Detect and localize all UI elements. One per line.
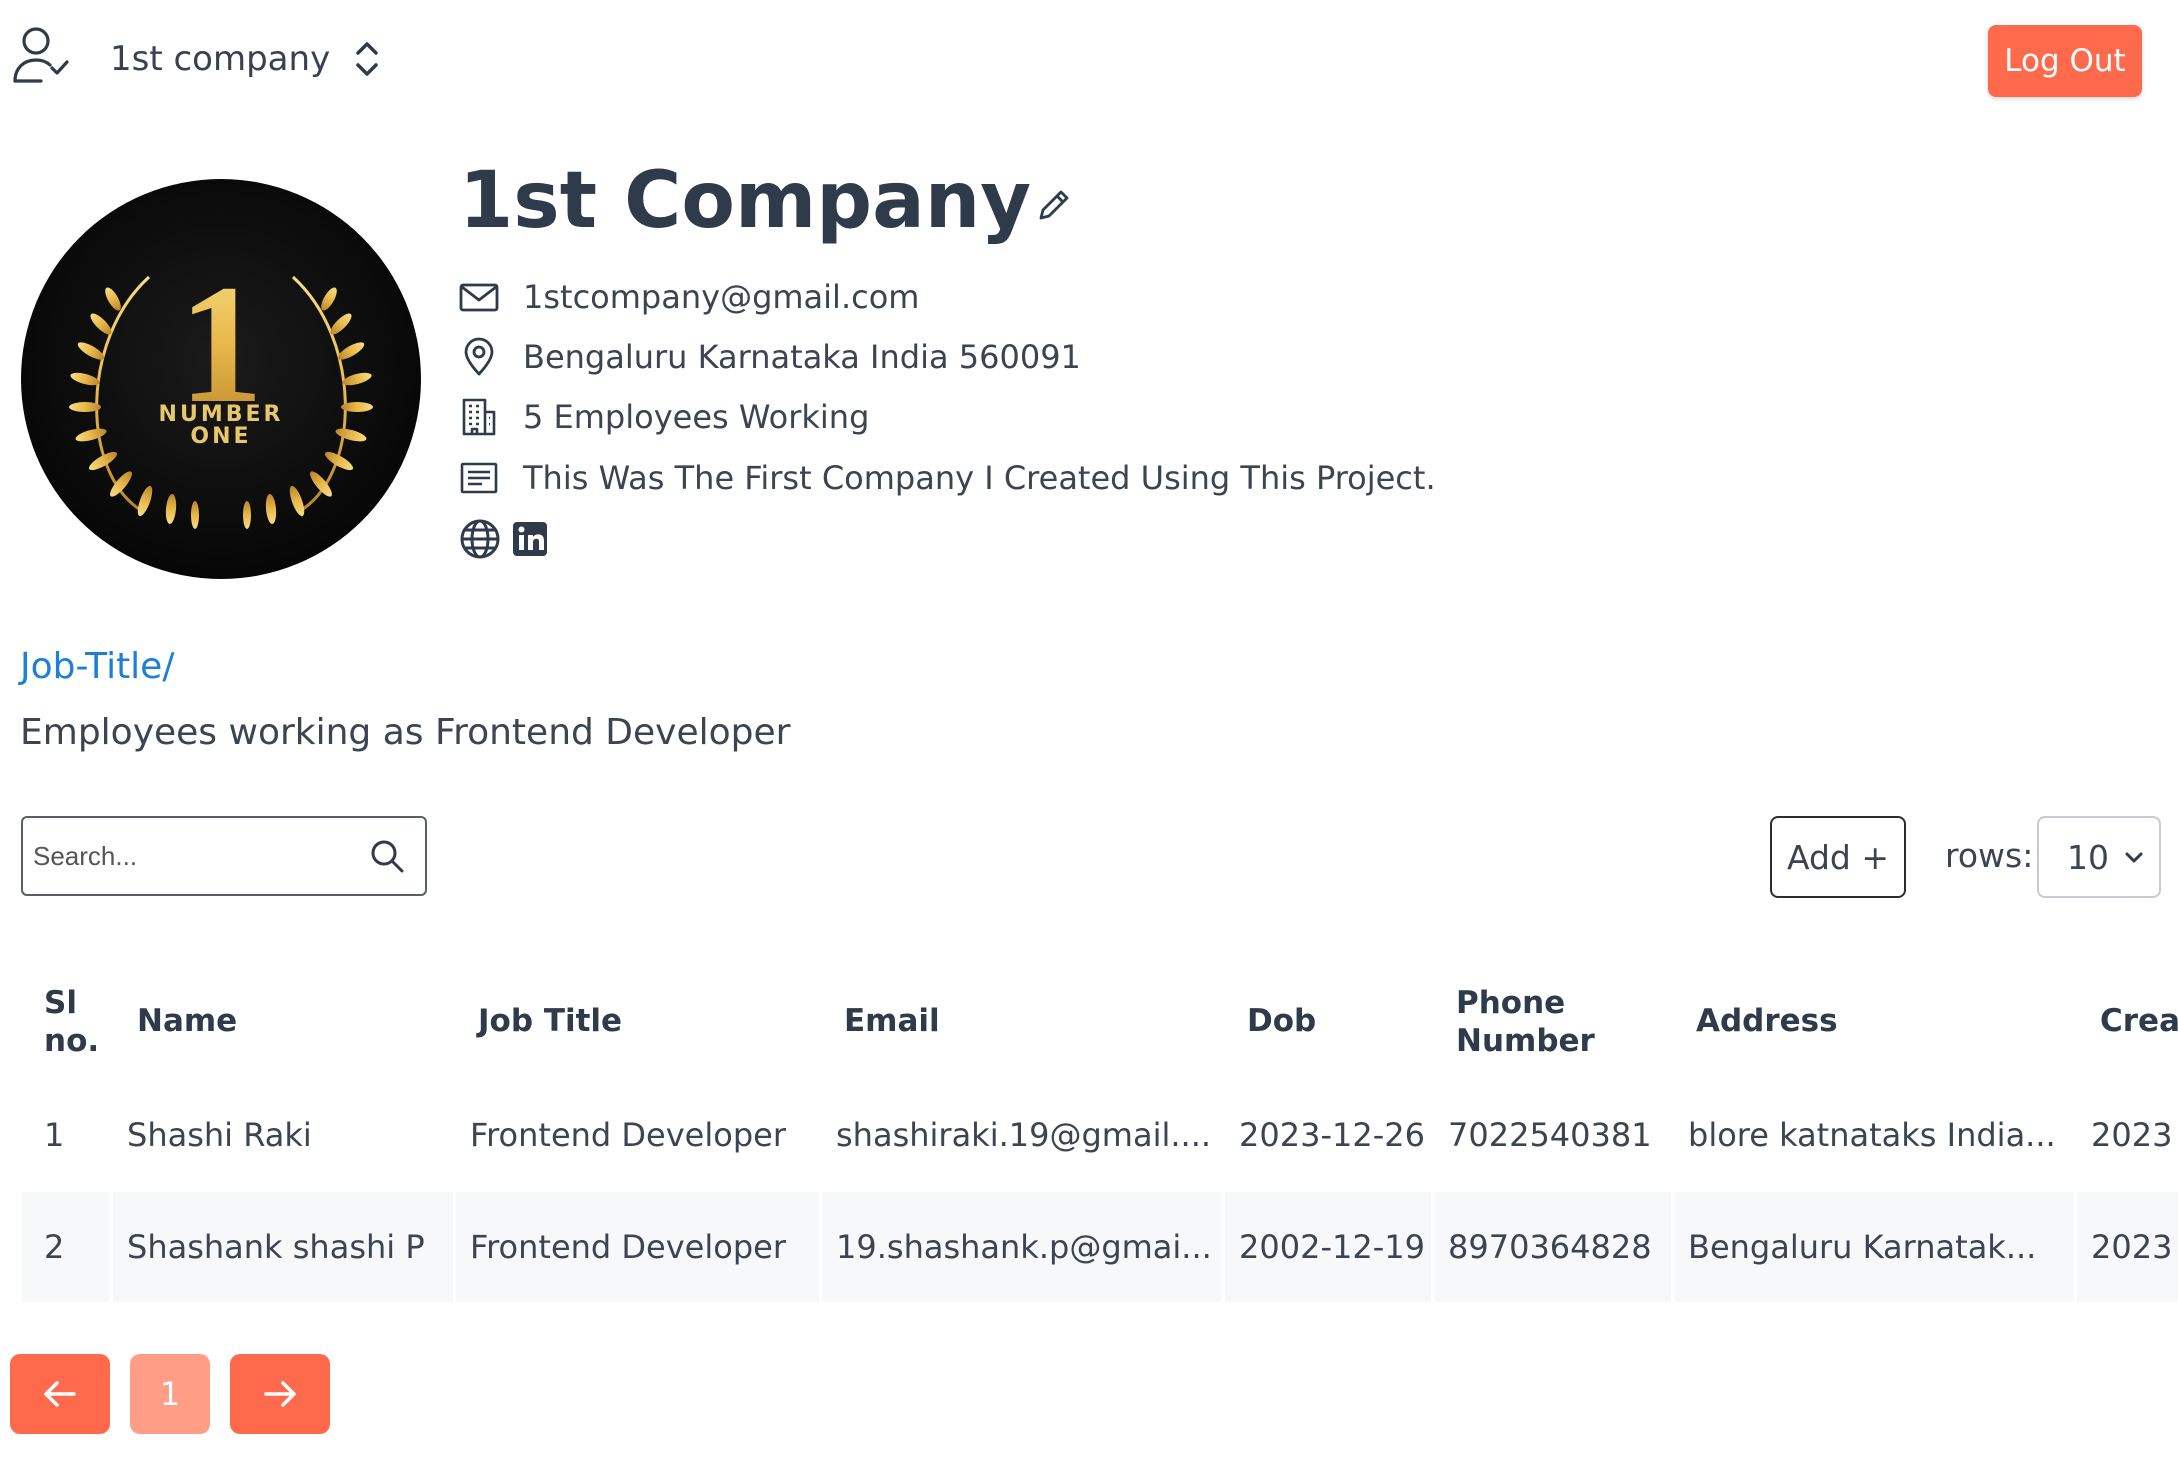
company-selector-label: 1st company: [110, 39, 331, 79]
logo-text-bottom: ONE: [190, 424, 251, 449]
cell-email: shashiraki.19@gmail....: [836, 1116, 1212, 1154]
header-phone-number[interactable]: Phone Number: [1456, 984, 1595, 1060]
company-address-row: Bengaluru Karnataka India 560091: [459, 337, 1081, 377]
table-header: Sl no. Name Job Title Email Dob Phone Nu…: [22, 960, 2178, 1080]
next-page-button[interactable]: [230, 1354, 330, 1434]
header-created[interactable]: Creat: [2100, 1002, 2178, 1040]
header-sl-line2: no.: [44, 1023, 100, 1059]
header-sl-line1: Sl: [44, 985, 77, 1021]
arrow-left-icon: [44, 1381, 76, 1407]
linkedin-icon[interactable]: [509, 518, 551, 560]
pencil-icon[interactable]: [1037, 188, 1071, 222]
header-sl-no[interactable]: Sl no.: [44, 984, 99, 1060]
cell-address: Bengaluru Karnatak...: [1674, 1192, 2074, 1302]
rows-per-page-select[interactable]: 10: [2037, 816, 2161, 898]
cell-phone: 7022540381: [1448, 1116, 1652, 1154]
company-name: 1st Company: [459, 156, 1032, 246]
cell-created: 2023: [2091, 1116, 2173, 1154]
breadcrumb-job-title[interactable]: Job-Title/: [20, 646, 174, 687]
header-name[interactable]: Name: [137, 1002, 237, 1040]
location-pin-icon: [464, 337, 494, 376]
search-box: [21, 816, 427, 896]
globe-icon[interactable]: [459, 518, 501, 560]
rows-per-page-value: 10: [2067, 837, 2109, 877]
chevron-up-down-icon: [356, 42, 378, 76]
company-description-row: This Was The First Company I Created Usi…: [459, 458, 1436, 498]
company-email-row: 1stcompany@gmail.com: [459, 277, 919, 317]
add-employee-button[interactable]: Add +: [1770, 816, 1906, 898]
search-icon[interactable]: [369, 838, 405, 874]
cell-address: blore katnataks India...: [1688, 1116, 2056, 1154]
chevron-down-icon: [2125, 852, 2143, 863]
header-email[interactable]: Email: [844, 1002, 940, 1040]
cell-name: Shashank shashi P: [113, 1192, 453, 1302]
company-employees-row: 5 Employees Working: [459, 397, 869, 437]
cell-job-title: Frontend Developer: [456, 1192, 819, 1302]
social-links: [459, 518, 551, 560]
arrow-right-icon: [264, 1381, 296, 1407]
cell-sl: 2: [22, 1192, 110, 1302]
table-row[interactable]: 1 Shashi Raki Frontend Developer shashir…: [22, 1080, 2178, 1190]
mail-icon: [459, 283, 499, 312]
header-dob[interactable]: Dob: [1247, 1002, 1316, 1040]
company-email: 1stcompany@gmail.com: [523, 278, 920, 316]
cell-phone: 8970364828: [1434, 1192, 1671, 1302]
building-icon: [462, 398, 496, 436]
cell-created: 2023: [2077, 1192, 2178, 1302]
employee-count: 5 Employees Working: [523, 398, 870, 436]
header-phone-line1: Phone: [1456, 985, 1566, 1021]
description-icon: [460, 462, 498, 494]
section-title: Employees working as Frontend Developer: [20, 712, 791, 753]
table-row[interactable]: 2 Shashank shashi P Frontend Developer 1…: [22, 1192, 2178, 1302]
company-address: Bengaluru Karnataka India 560091: [523, 338, 1081, 376]
rows-label: rows:: [1945, 836, 2034, 875]
logout-button[interactable]: Log Out: [1988, 25, 2142, 97]
header-phone-line2: Number: [1456, 1023, 1595, 1059]
header-address[interactable]: Address: [1696, 1002, 1838, 1040]
cell-job-title: Frontend Developer: [470, 1116, 786, 1154]
cell-dob: 2002-12-19: [1225, 1192, 1431, 1302]
company-title: 1st Company: [459, 156, 1071, 246]
user-check-icon: [13, 27, 69, 83]
cell-dob: 2023-12-26: [1239, 1116, 1425, 1154]
previous-page-button[interactable]: [10, 1354, 110, 1434]
header-job-title[interactable]: Job Title: [478, 1002, 622, 1040]
employee-table: Sl no. Name Job Title Email Dob Phone Nu…: [22, 960, 2178, 1302]
company-logo: 1 NUMBER ONE: [21, 179, 421, 579]
cell-sl: 1: [44, 1116, 65, 1154]
search-input[interactable]: [23, 839, 365, 873]
company-selector[interactable]: 1st company: [110, 38, 384, 80]
company-description: This Was The First Company I Created Usi…: [523, 459, 1436, 497]
cell-email: 19.shashank.p@gmai...: [822, 1192, 1222, 1302]
page-number-button[interactable]: 1: [130, 1354, 210, 1434]
cell-name: Shashi Raki: [127, 1116, 312, 1154]
